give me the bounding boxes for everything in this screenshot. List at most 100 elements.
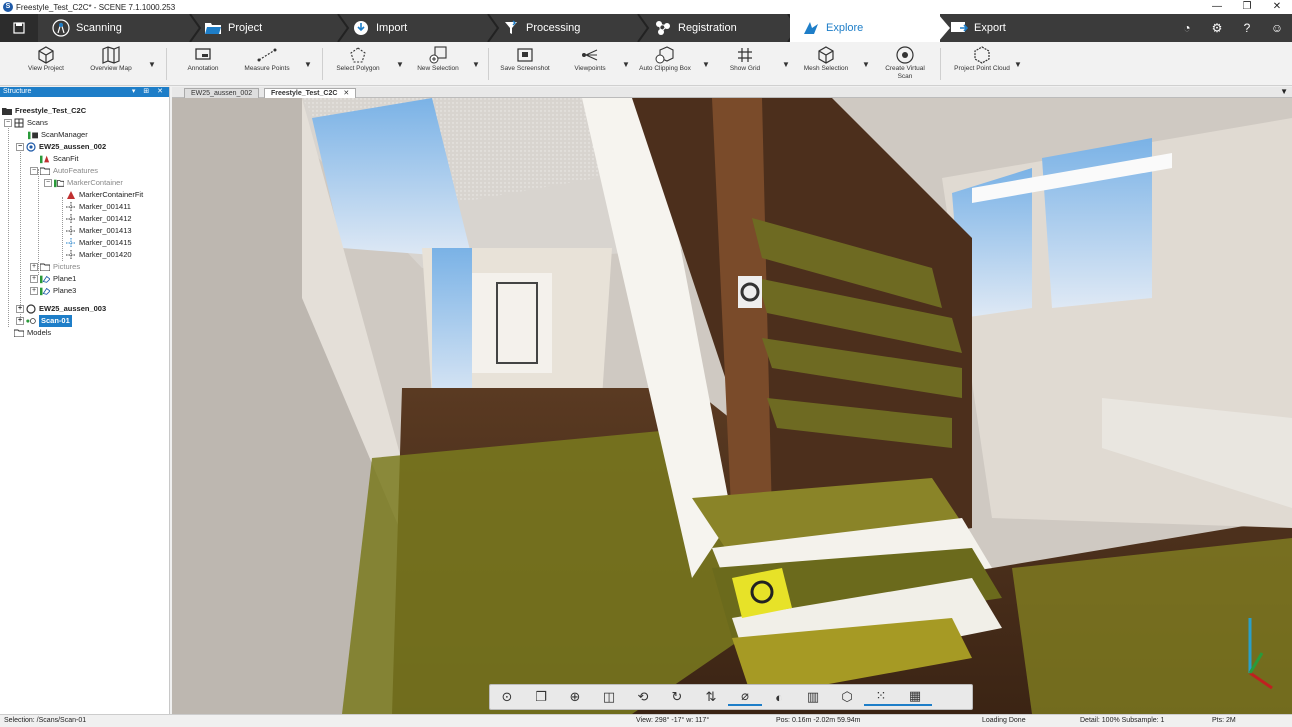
tab-import[interactable]: Import	[352, 14, 492, 42]
tree-item-scanmanager[interactable]: ScanManager	[28, 129, 88, 141]
update-icon[interactable]: ◔	[1172, 21, 1202, 35]
doc-tab-ew25-aussen-002[interactable]: EW25_aussen_002	[184, 88, 260, 98]
save-screenshot-button[interactable]: Save Screenshot	[496, 45, 554, 83]
slice-button[interactable]: ▥	[796, 689, 830, 705]
scene-logo-icon: S	[3, 2, 13, 12]
grid-dropdown[interactable]: ▼	[782, 60, 790, 69]
tree-item-marker[interactable]: Marker_001415	[66, 237, 132, 249]
measure-points-button[interactable]: Measure Points	[238, 45, 296, 83]
expand-icon[interactable]: +	[16, 317, 24, 325]
tabs-menu-icon[interactable]: ▼	[1280, 87, 1288, 96]
tree-item-ew25-aussen-003[interactable]: + EW25_aussen_003	[16, 303, 106, 315]
select-polygon-button[interactable]: Select Polygon	[332, 45, 384, 83]
tree-item-marker[interactable]: Marker_001411	[66, 201, 131, 213]
overview-map-button[interactable]: Overview Map	[84, 45, 138, 83]
map-icon	[102, 46, 120, 64]
tree-item-markercontainer[interactable]: − MarkerContainer	[44, 177, 123, 189]
window-title: Freestyle_Test_C2C* - SCENE 7.1.1000.253	[16, 2, 176, 12]
tree-item-scan-01[interactable]: + Scan-01	[16, 315, 72, 327]
status-detail: Detail: 100% Subsample: 1	[1080, 717, 1165, 724]
tree-item-models[interactable]: Models	[14, 327, 51, 339]
create-virtual-scan-button[interactable]: Create Virtual Scan	[878, 45, 932, 83]
user-icon[interactable]: ☺	[1262, 21, 1292, 35]
clipping-dropdown[interactable]: ▼	[702, 60, 710, 69]
new-selection-button[interactable]: New Selection	[412, 45, 464, 83]
zoom-button[interactable]: ⊕	[558, 689, 592, 705]
gear-icon[interactable]: ⚙	[1202, 21, 1232, 35]
tab-processing[interactable]: Processing	[502, 14, 642, 42]
status-selection: Selection: /Scans/Scan-01	[4, 717, 87, 724]
tree-item-plane3[interactable]: + Plane3	[30, 285, 76, 297]
select-polygon-dropdown[interactable]: ▼	[396, 60, 404, 69]
close-button[interactable]: ✕	[1262, 0, 1292, 14]
viewpoints-dropdown[interactable]: ▼	[622, 60, 630, 69]
cube-view-button[interactable]: ⬡	[830, 689, 864, 705]
scan-status-icon	[26, 316, 36, 326]
tab-export[interactable]: Export	[950, 14, 1090, 42]
marker-icon	[66, 202, 76, 212]
tree-item-pictures[interactable]: + Pictures	[30, 261, 80, 273]
minimize-button[interactable]: —	[1202, 0, 1232, 14]
view-project-button[interactable]: View Project	[22, 45, 70, 83]
mesh-dropdown[interactable]: ▼	[862, 60, 870, 69]
tab-project[interactable]: Project	[204, 14, 344, 42]
show-grid-button[interactable]: Show Grid	[720, 45, 770, 83]
tree-item-project[interactable]: Freestyle_Test_C2C	[2, 105, 86, 117]
measure-dropdown[interactable]: ▼	[304, 60, 312, 69]
tree-item-markercontainerfit[interactable]: MarkerContainerFit	[66, 189, 143, 201]
clipping-toggle-button[interactable]: ⌀	[728, 688, 762, 706]
expand-icon[interactable]: +	[16, 305, 24, 313]
project-point-cloud-dropdown[interactable]: ▼	[1014, 60, 1022, 69]
tree-item-scanfit[interactable]: ScanFit	[40, 153, 78, 165]
rotate-view-button[interactable]: ↻	[660, 689, 694, 705]
viewpoints-button[interactable]: Viewpoints	[566, 45, 614, 83]
expand-icon[interactable]: +	[30, 287, 38, 295]
tab-scanning[interactable]: Scanning	[52, 14, 192, 42]
3d-point-cloud-view[interactable]	[172, 98, 1292, 714]
tree-item-scans[interactable]: − Scans	[4, 117, 48, 129]
points-display-button[interactable]: ⁙	[864, 688, 898, 706]
tree-item-ew25-aussen-002[interactable]: − EW25_aussen_002	[16, 141, 106, 153]
project-point-cloud-button[interactable]: Project Point Cloud	[954, 45, 1010, 83]
status-bar: Selection: /Scans/Scan-01 View: 298° -17…	[0, 714, 1292, 727]
collapse-icon[interactable]: −	[16, 143, 24, 151]
auto-clipping-box-button[interactable]: Auto Clipping Box	[634, 45, 696, 83]
view-mode-button[interactable]: ❐	[524, 689, 558, 705]
tab-explore[interactable]: Explore	[790, 14, 940, 42]
help-icon[interactable]: ?	[1232, 21, 1262, 35]
tab-label: Registration	[678, 22, 737, 34]
panel-controls[interactable]: ▾ ⊞ ✕	[132, 87, 166, 97]
navigation-mode-button[interactable]: ⊙	[490, 689, 524, 705]
tree-item-marker[interactable]: Marker_001413	[66, 225, 132, 237]
new-selection-dropdown[interactable]: ▼	[472, 60, 480, 69]
orbit-button[interactable]: ⟲	[626, 689, 660, 705]
status-points: Pts: 2M	[1212, 717, 1236, 724]
tab-registration[interactable]: Registration	[654, 14, 788, 42]
tab-label: Scanning	[76, 22, 122, 34]
mesh-selection-button[interactable]: Mesh Selection	[798, 45, 854, 83]
collapse-icon[interactable]: −	[44, 179, 52, 187]
expand-icon[interactable]: +	[30, 263, 38, 271]
explore-icon	[802, 19, 820, 37]
tree-item-plane1[interactable]: + Plane1	[30, 273, 76, 285]
overview-map-dropdown[interactable]: ▼	[148, 60, 156, 69]
collapse-icon[interactable]: −	[30, 167, 38, 175]
collapse-icon[interactable]: −	[4, 119, 12, 127]
flip-view-button[interactable]: ⇅	[694, 689, 728, 705]
split-view-button[interactable]: ◐	[762, 690, 796, 705]
tree-item-marker[interactable]: Marker_001420	[66, 249, 132, 261]
doc-tab-freestyle-test-c2c[interactable]: Freestyle_Test_C2C ✕	[264, 88, 357, 98]
tab-label: Import	[376, 22, 408, 34]
annotation-button[interactable]: Annotation	[180, 45, 226, 83]
status-loading: Loading Done	[982, 717, 1026, 724]
save-button[interactable]	[0, 14, 38, 42]
close-tab-icon[interactable]: ✕	[343, 90, 349, 97]
mesh-icon	[818, 46, 834, 64]
expand-icon[interactable]: +	[30, 275, 38, 283]
grid-display-button[interactable]: ▦	[898, 688, 932, 706]
point-cloud-render	[172, 98, 1292, 714]
box-view-button[interactable]: ◫	[592, 689, 626, 705]
maximize-button[interactable]: ❐	[1232, 0, 1262, 14]
tree-item-autofeatures[interactable]: − AutoFeatures	[30, 165, 98, 177]
tree-item-marker[interactable]: Marker_001412	[66, 213, 132, 225]
